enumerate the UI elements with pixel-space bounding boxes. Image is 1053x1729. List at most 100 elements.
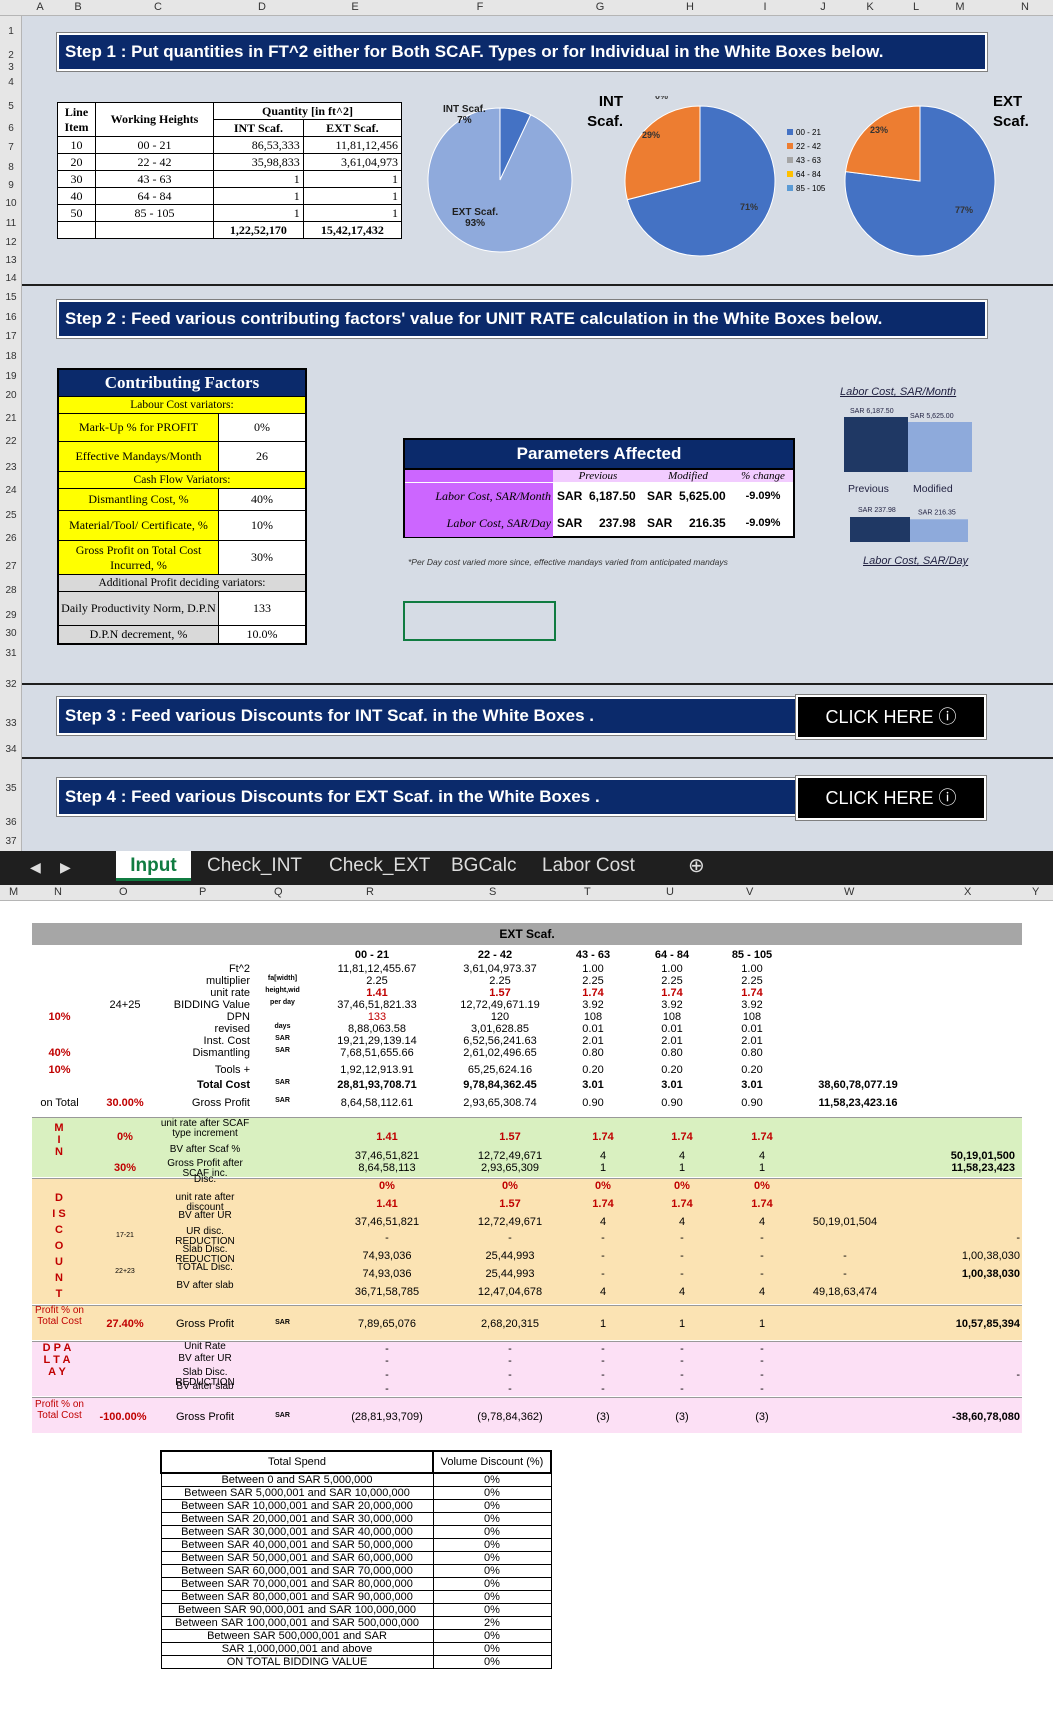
row-header-6[interactable]: 6 [0, 123, 22, 134]
row-header-9[interactable]: 9 [0, 180, 22, 191]
column-header-f[interactable]: F [472, 1, 488, 13]
row-header-12[interactable]: 12 [0, 237, 22, 248]
row-header-1[interactable]: 1 [0, 26, 22, 37]
row-header-27[interactable]: 27 [0, 561, 22, 572]
row-header-34[interactable]: 34 [0, 744, 22, 755]
row-header-24[interactable]: 24 [0, 485, 22, 496]
row-header-18[interactable]: 18 [0, 351, 22, 362]
column-header-n[interactable]: N [1017, 1, 1033, 13]
tab-input[interactable]: Input [116, 851, 191, 881]
markup-input[interactable]: 0% [219, 414, 305, 441]
vd-discount-input[interactable]: 0% [432, 1629, 552, 1643]
column-header-m[interactable]: M [952, 1, 968, 13]
vd-discount-input[interactable]: 0% [432, 1499, 552, 1513]
lower-column-p[interactable]: P [199, 886, 206, 898]
column-header-k[interactable]: K [862, 1, 878, 13]
selected-cell[interactable] [403, 601, 556, 641]
tab-bgcalc[interactable]: BGCalc [451, 855, 516, 877]
row-header-4[interactable]: 4 [0, 77, 22, 88]
vd-discount-input[interactable]: 0% [432, 1564, 552, 1578]
vd-discount-input[interactable]: 0% [432, 1590, 552, 1604]
column-header-g[interactable]: G [592, 1, 608, 13]
column-header-l[interactable]: L [908, 1, 924, 13]
column-header-d[interactable]: D [254, 1, 270, 13]
vd-discount-input[interactable]: 2% [432, 1616, 552, 1630]
tab-prev-icon[interactable]: ◀ [30, 859, 41, 876]
vd-discount-input[interactable]: 0% [432, 1655, 552, 1669]
lower-column-w[interactable]: W [844, 886, 854, 898]
ext-qty-input[interactable]: 11,81,12,456 [302, 136, 403, 154]
row-header-14[interactable]: 14 [0, 273, 22, 284]
row-header-36[interactable]: 36 [0, 817, 22, 828]
row-header-11[interactable]: 11 [0, 218, 22, 229]
row-header-25[interactable]: 25 [0, 510, 22, 521]
lower-column-q[interactable]: Q [274, 886, 283, 898]
row-header-35[interactable]: 35 [0, 783, 22, 794]
row-header-22[interactable]: 22 [0, 436, 22, 447]
lower-column-o[interactable]: O [119, 886, 128, 898]
vd-discount-input[interactable]: 0% [432, 1525, 552, 1539]
lower-column-n[interactable]: N [54, 886, 62, 898]
lower-column-v[interactable]: V [746, 886, 753, 898]
row-header-29[interactable]: 29 [0, 610, 22, 621]
material-input[interactable]: 10% [219, 511, 305, 540]
row-header-33[interactable]: 33 [0, 718, 22, 729]
dpn-decrement-input[interactable]: 10.0% [219, 626, 305, 643]
column-header-i[interactable]: I [757, 1, 773, 13]
ext-qty-input[interactable]: 1 [302, 187, 403, 205]
gross-profit-input[interactable]: 30% [219, 541, 305, 574]
lower-column-m[interactable]: M [9, 886, 18, 898]
lower-column-x[interactable]: X [964, 886, 971, 898]
step4-click-button[interactable]: CLICK HERE ⓘ [795, 775, 987, 821]
lower-column-s[interactable]: S [489, 886, 496, 898]
vd-discount-input[interactable]: 0% [432, 1472, 552, 1487]
int-qty-input[interactable]: 1 [213, 170, 304, 188]
tab-check-int[interactable]: Check_INT [207, 855, 302, 877]
ext-qty-input[interactable]: 1 [302, 204, 403, 222]
lower-column-y[interactable]: Y [1032, 886, 1039, 898]
vd-discount-input[interactable]: 0% [432, 1642, 552, 1656]
tab-check-ext[interactable]: Check_EXT [329, 855, 430, 877]
row-header-30[interactable]: 30 [0, 628, 22, 639]
row-header-7[interactable]: 7 [0, 142, 22, 153]
dismantling-input[interactable]: 40% [219, 489, 305, 510]
row-header-37[interactable]: 37 [0, 836, 22, 847]
dpn-input[interactable]: 133 [219, 592, 305, 625]
row-header-32[interactable]: 32 [0, 679, 22, 690]
int-qty-input[interactable]: 1 [213, 204, 304, 222]
vd-discount-input[interactable]: 0% [432, 1551, 552, 1565]
vd-discount-input[interactable]: 0% [432, 1603, 552, 1617]
column-header-b[interactable]: B [70, 1, 86, 13]
vd-discount-input[interactable]: 0% [432, 1512, 552, 1526]
row-header-20[interactable]: 20 [0, 390, 22, 401]
column-header-e[interactable]: E [347, 1, 363, 13]
step3-click-button[interactable]: CLICK HERE ⓘ [795, 694, 987, 740]
tab-next-icon[interactable]: ▶ [60, 859, 71, 876]
row-header-21[interactable]: 21 [0, 413, 22, 424]
int-qty-input[interactable]: 1 [213, 187, 304, 205]
column-header-j[interactable]: J [815, 1, 831, 13]
column-header-c[interactable]: C [150, 1, 166, 13]
lower-column-t[interactable]: T [584, 886, 591, 898]
row-header-23[interactable]: 23 [0, 462, 22, 473]
row-header-16[interactable]: 16 [0, 312, 22, 323]
row-header-8[interactable]: 8 [0, 162, 22, 173]
lower-column-u[interactable]: U [666, 886, 674, 898]
vd-discount-input[interactable]: 0% [432, 1577, 552, 1591]
tab-labor-cost[interactable]: Labor Cost [542, 855, 635, 877]
row-header-15[interactable]: 15 [0, 292, 22, 303]
ext-qty-input[interactable]: 1 [302, 170, 403, 188]
row-header-2[interactable]: 2 [0, 50, 22, 61]
row-header-19[interactable]: 19 [0, 371, 22, 382]
row-header-28[interactable]: 28 [0, 585, 22, 596]
row-header-17[interactable]: 17 [0, 331, 22, 342]
vd-discount-input[interactable]: 0% [432, 1486, 552, 1500]
row-header-5[interactable]: 5 [0, 101, 22, 112]
vd-discount-input[interactable]: 0% [432, 1538, 552, 1552]
lower-column-r[interactable]: R [366, 886, 374, 898]
int-qty-input[interactable]: 86,53,333 [213, 136, 304, 154]
column-header-h[interactable]: H [682, 1, 698, 13]
row-header-10[interactable]: 10 [0, 198, 22, 209]
row-header-3[interactable]: 3 [0, 62, 22, 73]
row-header-13[interactable]: 13 [0, 255, 22, 266]
